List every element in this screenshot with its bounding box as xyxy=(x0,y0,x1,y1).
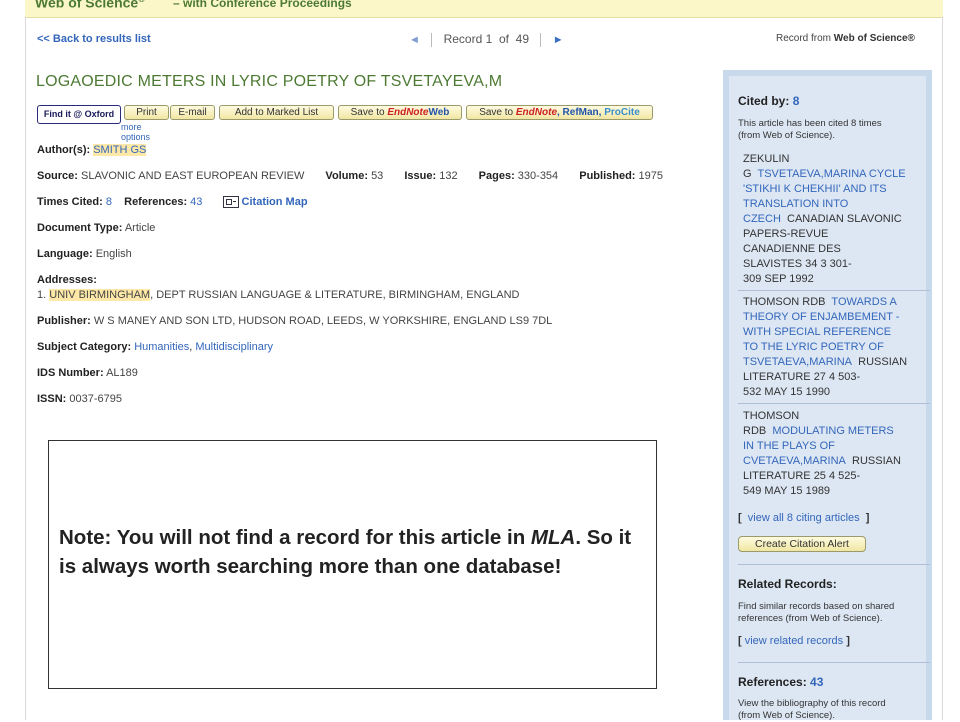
left-border xyxy=(25,17,26,720)
brand-logo: Web of Science® xyxy=(35,0,145,11)
view-all-citing-link[interactable]: view all 8 citing articles xyxy=(748,512,860,524)
record-pager: ◄ Record 1 of 49 ► xyxy=(409,32,564,47)
record-of: of xyxy=(498,32,509,46)
citing-article-3: THOMSON RDB MODULATING METERS IN THE PLA… xyxy=(743,410,901,497)
next-record-arrow-icon[interactable]: ► xyxy=(553,34,564,46)
sidebar-divider xyxy=(738,403,930,404)
pager-divider xyxy=(431,32,433,47)
author-link[interactable]: SMITH GS xyxy=(93,144,147,156)
sidebar-divider xyxy=(738,290,930,291)
record-navigation: << Back to results list ◄ Record 1 of 49… xyxy=(37,32,937,50)
save-to-endnote-web-button[interactable]: Save to EndNoteWeb xyxy=(338,105,462,120)
print-button[interactable]: Print xyxy=(124,105,169,120)
email-button[interactable]: E-mail xyxy=(170,105,215,120)
cited-by-heading: Cited by: 8 xyxy=(738,94,800,108)
view-all-citing-row: [ view all 8 citing articles ] xyxy=(738,512,870,524)
references-link[interactable]: 43 xyxy=(190,196,202,208)
times-cited-field: Times Cited: 8 References: 43 Citation M… xyxy=(37,196,308,209)
add-to-marked-list-button[interactable]: Add to Marked List xyxy=(219,105,334,120)
note-text: Note: You will not find a record for thi… xyxy=(59,526,632,578)
pager-divider xyxy=(540,32,542,47)
times-cited-link[interactable]: 8 xyxy=(106,196,112,208)
citing-article-2-link[interactable]: TOWARDS A xyxy=(831,296,896,308)
right-border xyxy=(942,17,943,720)
view-related-records-link[interactable]: view related records xyxy=(745,635,843,647)
citation-map-icon xyxy=(222,196,239,209)
subject-category-field: Subject Category: Humanities, Multidisci… xyxy=(37,341,273,353)
record-total: 49 xyxy=(515,32,530,46)
authors-field: Author(s): SMITH GS xyxy=(37,144,147,156)
sidebar-divider xyxy=(738,564,930,565)
citing-article-1: ZEKULIN G TSVETAEVA,MARINA CYCLE 'STIKHI… xyxy=(743,153,906,285)
find-it-oxford-button[interactable]: Find it @ Oxford xyxy=(37,105,121,124)
top-banner: Web of Science® – with Conference Procee… xyxy=(25,0,943,18)
citation-sidebar: Cited by: 8 This article has been cited … xyxy=(723,70,932,721)
record-label: Record xyxy=(443,32,483,46)
related-records-heading: Related Records: xyxy=(738,577,837,591)
cited-by-description: This article has been cited 8 times (fro… xyxy=(738,118,882,141)
citing-article-2: THOMSON RDB TOWARDS A THEORY OF ENJAMBEM… xyxy=(743,296,908,398)
citing-article-1-link[interactable]: TSVETAEVA,MARINA CYCLE xyxy=(757,168,905,180)
related-records-description: Find similar records based on shared ref… xyxy=(738,601,895,624)
record-title: LOGAOEDIC METERS IN LYRIC POETRY OF TSVE… xyxy=(36,73,503,90)
banner-subtitle: – with Conference Proceedings xyxy=(173,0,352,10)
source-field: Source: SLAVONIC AND EAST EUROPEAN REVIE… xyxy=(37,170,664,182)
address-line: 1. UNIV BIRMINGHAM, DEPT RUSSIAN LANGUAG… xyxy=(37,289,520,301)
citing-article-3-link[interactable]: MODULATING METERS xyxy=(772,425,893,437)
publisher-field: Publisher: W S MANEY AND SON LTD, HUDSON… xyxy=(37,315,553,327)
create-citation-alert-button[interactable]: Create Citation Alert xyxy=(738,536,866,552)
back-to-results-link[interactable]: << Back to results list xyxy=(37,33,151,45)
ids-number-field: IDS Number: AL189 xyxy=(37,367,138,379)
references-heading: References: 43 xyxy=(738,675,824,689)
prev-record-arrow-icon[interactable]: ◄ xyxy=(409,34,420,46)
record-source: Record from Web of Science® xyxy=(776,33,915,44)
record-current: 1 xyxy=(485,32,493,46)
sidebar-divider xyxy=(738,662,930,663)
references-count-link[interactable]: 43 xyxy=(810,675,823,689)
cited-by-count-link[interactable]: 8 xyxy=(793,94,800,108)
addresses-label: Addresses: xyxy=(37,274,97,286)
issn-field: ISSN: 0037-6795 xyxy=(37,393,123,405)
save-to-endnote-refman-procite-button[interactable]: Save to EndNote, RefMan, ProCite xyxy=(466,105,653,120)
citation-map-button[interactable]: Citation Map xyxy=(222,196,308,209)
view-related-row: [ view related records ] xyxy=(738,635,850,647)
document-type-field: Document Type: Article xyxy=(37,222,156,234)
references-description: View the bibliography of this record (fr… xyxy=(738,698,886,721)
subject-link-multidisciplinary[interactable]: Multidisciplinary xyxy=(195,341,273,353)
more-options-link[interactable]: more options xyxy=(121,122,150,142)
language-field: Language: English xyxy=(37,248,132,260)
note-box: Note: You will not find a record for thi… xyxy=(48,440,657,689)
subject-link-humanities[interactable]: Humanities xyxy=(134,341,189,353)
